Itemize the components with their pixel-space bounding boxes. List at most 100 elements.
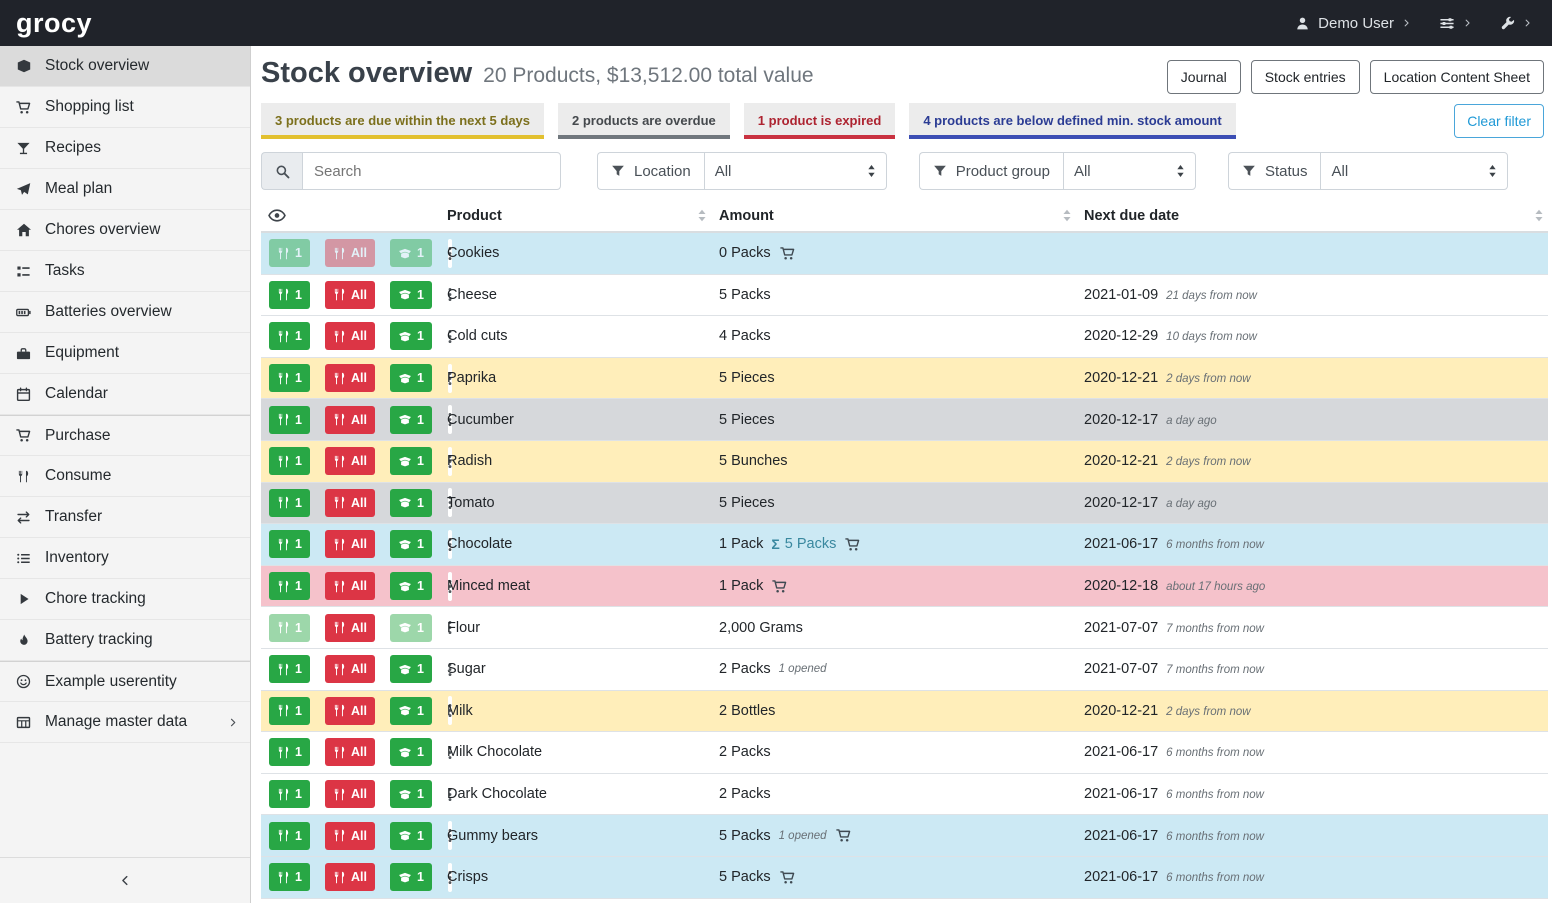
due-date-cell: 2021-07-077 months from now	[1084, 620, 1548, 636]
consume-one-button[interactable]: 1	[269, 863, 310, 891]
sidebar-item-transfer[interactable]: Transfer	[0, 497, 250, 538]
due-soon-filter-chip[interactable]: 3 products are due within the next 5 day…	[261, 103, 544, 139]
consume-all-button[interactable]: All	[325, 406, 375, 434]
app-logo[interactable]: grocy	[16, 8, 92, 39]
table-row: 1All1Tomato5 Pieces2020-12-17a day ago	[261, 483, 1548, 525]
utensils-icon	[277, 704, 290, 717]
open-one-button[interactable]: 1	[390, 697, 432, 725]
user-menu[interactable]: Demo User	[1295, 15, 1411, 32]
consume-all-button[interactable]: All	[325, 364, 375, 392]
consume-all-button[interactable]: All	[325, 655, 375, 683]
location-select[interactable]: All	[704, 152, 887, 190]
sidebar-item-inventory[interactable]: Inventory	[0, 538, 250, 579]
search-input[interactable]	[302, 152, 561, 190]
settings-menu[interactable]	[1439, 16, 1472, 31]
consume-one-button[interactable]: 1	[269, 572, 310, 600]
due-date: 2021-06-17	[1084, 828, 1158, 844]
open-one-button[interactable]: 1	[390, 780, 432, 808]
consume-one-button[interactable]: 1	[269, 822, 310, 850]
clear-filter-button[interactable]: Clear filter	[1454, 104, 1544, 138]
sidebar-item-stock-overview[interactable]: Stock overview	[0, 46, 250, 87]
filter-label-text: Location	[634, 163, 691, 180]
admin-menu[interactable]	[1500, 16, 1532, 31]
open-one-button[interactable]: 1	[390, 489, 432, 517]
consume-one-button[interactable]: 1	[269, 447, 310, 475]
sidebar-collapse-button[interactable]	[0, 857, 250, 903]
sidebar-item-purchase[interactable]: Purchase	[0, 415, 250, 456]
sidebar-item-chore-tracking[interactable]: Chore tracking	[0, 579, 250, 620]
expired-filter-chip[interactable]: 1 product is expired	[744, 103, 896, 139]
sidebar-item-equipment[interactable]: Equipment	[0, 333, 250, 374]
consume-all-button[interactable]: All	[325, 322, 375, 350]
product-group-select[interactable]: All	[1063, 152, 1196, 190]
sidebar-nav: Stock overviewShopping listRecipesMeal p…	[0, 46, 250, 743]
sidebar-item-chores-overview[interactable]: Chores overview	[0, 210, 250, 251]
sidebar-item-example-userentity[interactable]: Example userentity	[0, 661, 250, 702]
open-one-button[interactable]: 1	[390, 738, 432, 766]
consume-all-button[interactable]: All	[325, 281, 375, 309]
product-name: Dark Chocolate	[447, 786, 719, 802]
consume-all-button[interactable]: All	[325, 738, 375, 766]
open-one-button[interactable]: 1	[390, 364, 432, 392]
stock-entries-button[interactable]: Stock entries	[1251, 60, 1360, 94]
sidebar-item-battery-tracking[interactable]: Battery tracking	[0, 620, 250, 661]
open-one-button[interactable]: 1	[390, 572, 432, 600]
open-one-button[interactable]: 1	[390, 281, 432, 309]
open-one-button[interactable]: 1	[390, 822, 432, 850]
amount-cell: 5 Packs	[719, 287, 1084, 303]
sidebar-item-recipes[interactable]: Recipes	[0, 128, 250, 169]
consume-all-button[interactable]: All	[325, 614, 375, 642]
consume-one-button[interactable]: 1	[269, 364, 310, 392]
sidebar-item-batteries-overview[interactable]: Batteries overview	[0, 292, 250, 333]
utensils-icon	[277, 663, 290, 676]
consume-one-button[interactable]: 1	[269, 489, 310, 517]
relative-time: 2 days from now	[1166, 456, 1250, 468]
shopping-cart-icon	[772, 579, 787, 594]
open-one-button[interactable]: 1	[390, 655, 432, 683]
amount-column-header[interactable]: Amount	[719, 208, 1084, 224]
consume-all-button[interactable]: All	[325, 530, 375, 558]
consume-all-button[interactable]: All	[325, 447, 375, 475]
table-row: 1All1Cold cuts4 Packs2020-12-2910 days f…	[261, 316, 1548, 358]
sort-icon	[1534, 209, 1544, 222]
consume-all-button[interactable]: All	[325, 572, 375, 600]
consume-one-button[interactable]: 1	[269, 780, 310, 808]
consume-one-button: 1	[269, 239, 310, 267]
status-select[interactable]: All	[1320, 152, 1508, 190]
row-button-label: 1	[417, 288, 424, 302]
open-one-button[interactable]: 1	[390, 406, 432, 434]
journal-button[interactable]: Journal	[1167, 60, 1241, 94]
consume-all-button[interactable]: All	[325, 822, 375, 850]
sidebar-item-shopping-list[interactable]: Shopping list	[0, 87, 250, 128]
open-one-button[interactable]: 1	[390, 863, 432, 891]
location-content-sheet-button[interactable]: Location Content Sheet	[1370, 60, 1544, 94]
amount-value: 1 Pack	[719, 578, 763, 594]
sidebar-item-meal-plan[interactable]: Meal plan	[0, 169, 250, 210]
consume-one-button[interactable]: 1	[269, 281, 310, 309]
row-actions: 1 All 1	[261, 696, 447, 725]
below-min-stock-filter-chip[interactable]: 4 products are below defined min. stock …	[909, 103, 1235, 139]
consume-one-button[interactable]: 1	[269, 738, 310, 766]
product-column-header[interactable]: Product	[447, 208, 719, 224]
filter-selects: LocationAllProduct groupAllStatusAll	[597, 152, 1508, 190]
sidebar-item-consume[interactable]: Consume	[0, 456, 250, 497]
consume-all-button[interactable]: All	[325, 863, 375, 891]
consume-one-button[interactable]: 1	[269, 697, 310, 725]
consume-all-button[interactable]: All	[325, 489, 375, 517]
consume-one-button[interactable]: 1	[269, 322, 310, 350]
sidebar-item-calendar[interactable]: Calendar	[0, 374, 250, 415]
open-one-button[interactable]: 1	[390, 530, 432, 558]
open-one-button[interactable]: 1	[390, 447, 432, 475]
sidebar-item-tasks[interactable]: Tasks	[0, 251, 250, 292]
consume-one-button[interactable]: 1	[269, 655, 310, 683]
sidebar-item-manage-master-data[interactable]: Manage master data	[0, 702, 250, 743]
consume-one-button[interactable]: 1	[269, 530, 310, 558]
consume-all-button[interactable]: All	[325, 780, 375, 808]
due-date-column-header[interactable]: Next due date	[1084, 208, 1548, 224]
sidebar-item-label: Consume	[45, 467, 111, 485]
visibility-column-header[interactable]	[261, 209, 447, 222]
open-one-button[interactable]: 1	[390, 322, 432, 350]
overdue-filter-chip[interactable]: 2 products are overdue	[558, 103, 730, 139]
consume-all-button[interactable]: All	[325, 697, 375, 725]
consume-one-button[interactable]: 1	[269, 406, 310, 434]
